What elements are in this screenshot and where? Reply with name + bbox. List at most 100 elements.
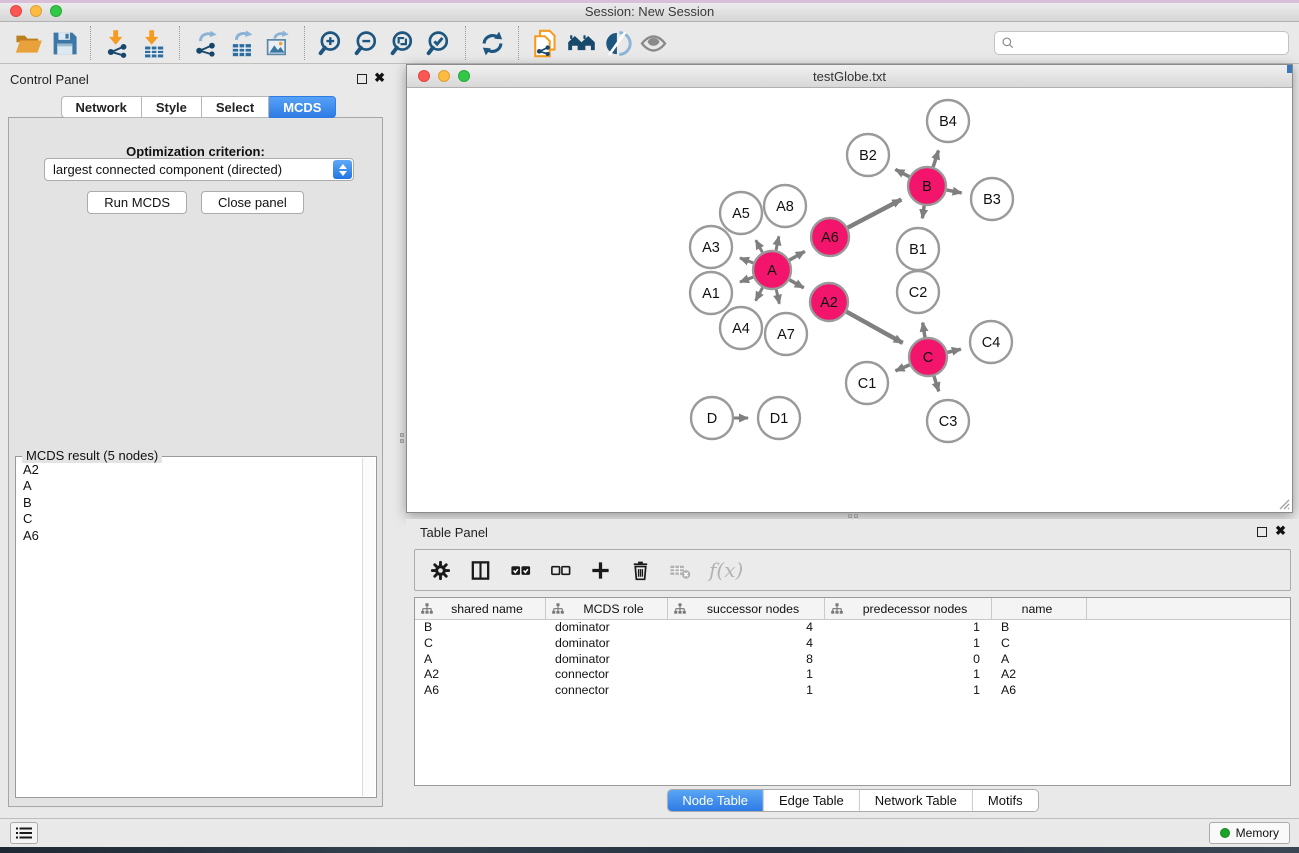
table-cell[interactable]: 1 (825, 620, 992, 636)
save-session-icon[interactable] (46, 25, 82, 61)
column-header-successor-nodes[interactable]: successor nodes (668, 598, 825, 619)
tab-style[interactable]: Style (142, 96, 202, 118)
edge-A6-B[interactable] (848, 199, 902, 227)
node-A5[interactable]: A5 (720, 192, 762, 234)
table-cell[interactable]: 1 (825, 683, 992, 699)
mcds-result-item[interactable]: C (23, 511, 356, 527)
table-cell[interactable]: 1 (668, 683, 825, 699)
table-row[interactable]: A2connector11A2 (415, 667, 1290, 683)
table-cell[interactable]: 8 (668, 652, 825, 668)
table-cell[interactable]: B (415, 620, 546, 636)
node-D1[interactable]: D1 (758, 397, 800, 439)
column-header-mcds-role[interactable]: MCDS role (546, 598, 668, 619)
vertical-divider-grip[interactable] (399, 430, 404, 446)
edge-B-B2[interactable] (895, 169, 909, 176)
node-A6[interactable]: A6 (811, 218, 849, 256)
column-header-predecessor-nodes[interactable]: predecessor nodes (825, 598, 992, 619)
node-D[interactable]: D (691, 397, 733, 439)
unselect-all-columns-icon[interactable] (549, 559, 572, 582)
column-header-shared-name[interactable]: shared name (415, 598, 546, 619)
run-mcds-button[interactable]: Run MCDS (87, 191, 187, 214)
table-cell[interactable]: dominator (546, 652, 668, 668)
resize-grip-icon[interactable] (1278, 498, 1290, 510)
mcds-result-item[interactable]: A (23, 478, 356, 494)
add-column-icon[interactable] (589, 559, 612, 582)
graphics-details-icon[interactable] (599, 25, 635, 61)
close-table-panel-icon[interactable]: ✖ (1275, 523, 1286, 539)
tab-mcds[interactable]: MCDS (269, 96, 336, 118)
bird-eye-view-icon[interactable] (635, 25, 671, 61)
export-image-icon[interactable] (260, 25, 296, 61)
node-table[interactable]: shared nameMCDS rolesuccessor nodesprede… (414, 597, 1291, 786)
import-table-icon[interactable] (135, 25, 171, 61)
search-field[interactable] (994, 31, 1289, 55)
table-cell[interactable]: 4 (668, 620, 825, 636)
table-row[interactable]: A6connector11A6 (415, 683, 1290, 699)
table-cell[interactable]: A6 (992, 683, 1087, 699)
table-cell[interactable]: 1 (825, 667, 992, 683)
memory-button[interactable]: Memory (1209, 822, 1290, 844)
home-icon[interactable] (563, 25, 599, 61)
mcds-result-item[interactable]: B (23, 495, 356, 511)
node-A4[interactable]: A4 (720, 307, 762, 349)
table-cell[interactable]: A6 (415, 683, 546, 699)
table-cell[interactable]: connector (546, 683, 668, 699)
edge-C-C2[interactable] (923, 323, 925, 338)
table-cell[interactable]: 1 (668, 667, 825, 683)
node-B1[interactable]: B1 (897, 228, 939, 270)
node-A8[interactable]: A8 (764, 185, 806, 227)
table-row[interactable]: Adominator80A (415, 652, 1290, 668)
export-network-icon[interactable] (188, 25, 224, 61)
table-row[interactable]: Bdominator41B (415, 620, 1290, 636)
node-B4[interactable]: B4 (927, 100, 969, 142)
node-A2[interactable]: A2 (810, 283, 848, 321)
mcds-result-item[interactable]: A2 (23, 462, 356, 478)
mcds-result-item[interactable]: A6 (23, 528, 356, 544)
edge-A2-C[interactable] (846, 312, 902, 343)
edge-A-A8[interactable] (776, 236, 779, 250)
delete-columns-icon[interactable] (629, 559, 652, 582)
edge-B-B4[interactable] (933, 150, 938, 166)
new-network-from-file-icon[interactable] (527, 25, 563, 61)
mcds-list-scrollbar[interactable] (362, 458, 375, 796)
table-cell[interactable]: connector (546, 667, 668, 683)
search-input[interactable] (1019, 36, 1282, 50)
edge-A-A5[interactable] (756, 240, 763, 252)
zoom-out-icon[interactable] (349, 25, 385, 61)
tab-select[interactable]: Select (202, 96, 269, 118)
table-cell[interactable]: A (415, 652, 546, 668)
tab-motifs[interactable]: Motifs (972, 790, 1038, 811)
table-cell[interactable]: A2 (992, 667, 1087, 683)
table-cell[interactable]: C (415, 636, 546, 652)
close-panel-icon[interactable]: ✖ (374, 70, 385, 86)
zoom-selected-icon[interactable] (421, 25, 457, 61)
edge-A-A2[interactable] (789, 280, 803, 288)
export-table-icon[interactable] (224, 25, 260, 61)
node-A1[interactable]: A1 (690, 272, 732, 314)
criterion-dropdown[interactable]: largest connected component (directed) (44, 158, 354, 181)
edge-A-A6[interactable] (789, 251, 804, 260)
import-network-icon[interactable] (99, 25, 135, 61)
edge-C-C4[interactable] (947, 349, 960, 352)
edge-A-A3[interactable] (740, 258, 753, 263)
node-B3[interactable]: B3 (971, 178, 1013, 220)
edge-B-B1[interactable] (922, 206, 924, 219)
show-columns-icon[interactable] (469, 559, 492, 582)
tab-edge-table[interactable]: Edge Table (763, 790, 859, 811)
network-canvas[interactable]: B4B2BB3A8A5A6A3B1AC2A1A2A4A7C4CC1DD1C3 (407, 88, 1292, 512)
node-C1[interactable]: C1 (846, 362, 888, 404)
tab-network-table[interactable]: Network Table (859, 790, 972, 811)
tab-network[interactable]: Network (61, 96, 142, 118)
float-panel-icon[interactable] (357, 74, 367, 84)
table-cell[interactable]: 0 (825, 652, 992, 668)
horizontal-divider-grip[interactable] (845, 513, 861, 518)
delete-table-icon[interactable] (669, 559, 692, 582)
edge-A-A7[interactable] (776, 290, 779, 304)
node-C2[interactable]: C2 (897, 271, 939, 313)
table-settings-icon[interactable] (429, 559, 452, 582)
edge-A-A4[interactable] (756, 288, 763, 301)
table-cell[interactable]: A2 (415, 667, 546, 683)
task-history-button[interactable] (10, 822, 38, 844)
table-row[interactable]: Cdominator41C (415, 636, 1290, 652)
zoom-fit-icon[interactable] (385, 25, 421, 61)
